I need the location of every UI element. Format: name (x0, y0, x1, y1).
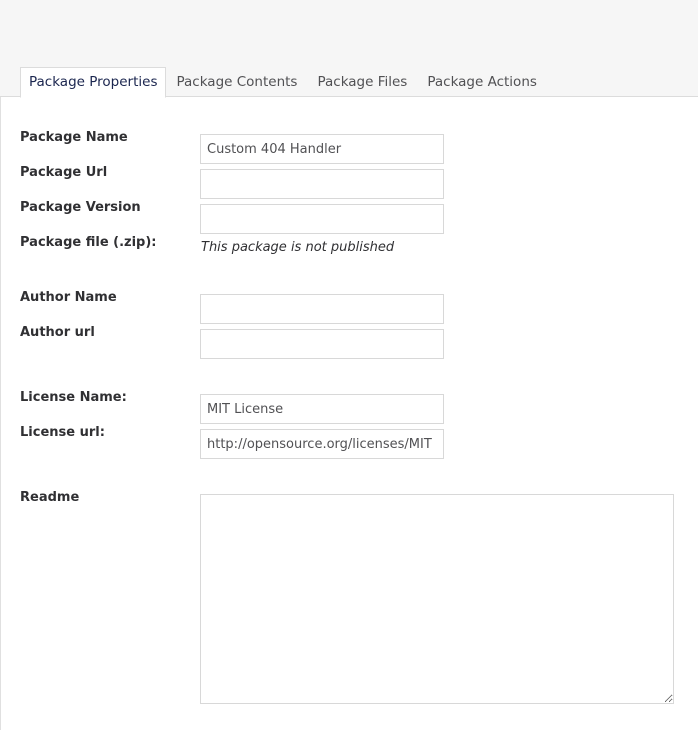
package-version-input[interactable] (200, 204, 444, 234)
tab-package-properties[interactable]: Package Properties (20, 67, 167, 98)
readme-label: Readme (20, 490, 80, 505)
package-name-label: Package Name (20, 130, 128, 145)
author-url-input[interactable] (200, 329, 444, 359)
tab-package-actions[interactable]: Package Actions (417, 67, 547, 98)
license-name-input[interactable] (200, 394, 444, 424)
package-url-input[interactable] (200, 169, 444, 199)
author-name-label: Author Name (20, 290, 117, 305)
tab-package-contents[interactable]: Package Contents (166, 67, 307, 98)
package-name-input[interactable] (200, 134, 444, 164)
package-version-label: Package Version (20, 200, 141, 215)
tab-bar: Package Properties Package Contents Pack… (20, 67, 547, 98)
author-name-input[interactable] (200, 294, 444, 324)
license-url-label: License url: (20, 425, 105, 440)
tab-package-files[interactable]: Package Files (307, 67, 417, 98)
package-url-label: Package Url (20, 165, 108, 180)
content-left-border (0, 97, 1, 730)
package-file-label: Package file (.zip): (20, 235, 157, 250)
license-url-input[interactable] (200, 429, 444, 459)
readme-textarea[interactable] (200, 494, 674, 704)
author-url-label: Author url (20, 325, 95, 340)
license-name-label: License Name: (20, 390, 127, 405)
package-not-published-note: This package is not published (201, 240, 395, 255)
